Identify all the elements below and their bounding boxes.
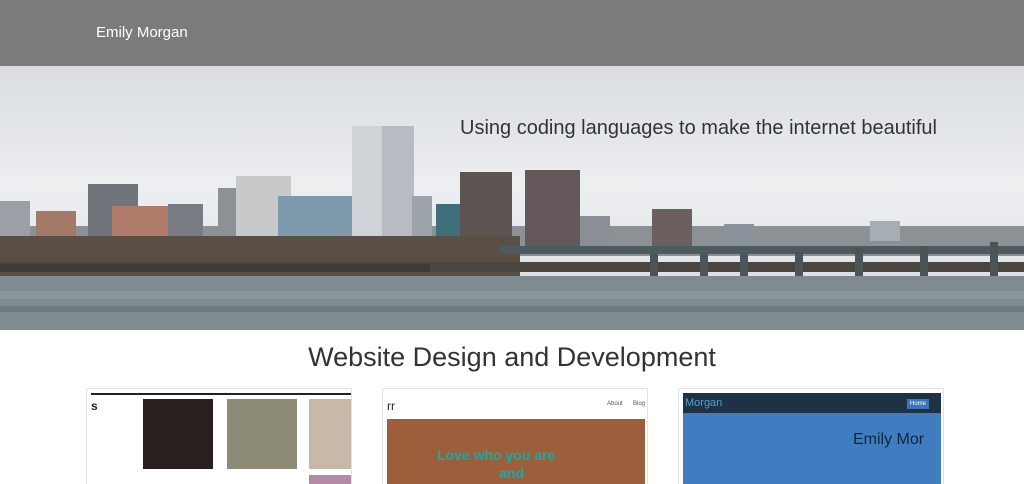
banner-line-2: and	[499, 465, 524, 481]
preview-nav-bar: Morgan Home	[683, 393, 941, 413]
hero-banner: Using coding languages to make the inter…	[0, 66, 1024, 330]
wood-banner: Love who you are and	[387, 419, 645, 484]
preview-home-button[interactable]: Home	[907, 399, 929, 409]
hero-flower-image: Emily Mor	[683, 413, 941, 484]
hero-tagline: Using coding languages to make the inter…	[460, 117, 937, 139]
portfolio-card-2[interactable]: rr About Blog Love who you are and	[382, 388, 648, 484]
art-thumbnail-2[interactable]	[227, 399, 297, 469]
art-thumbnail-3[interactable]	[309, 399, 351, 469]
city-skyline-image	[0, 126, 1024, 330]
portfolio-card-3[interactable]: Morgan Home Emily Mor	[678, 388, 944, 484]
banner-line-1: Love who you are	[437, 447, 556, 463]
section-title: Website Design and Development	[308, 342, 716, 372]
portfolio-card-1[interactable]: s	[86, 388, 352, 484]
preview-name: Emily Mor	[853, 431, 925, 448]
preview-nav-about[interactable]: About	[607, 401, 623, 407]
preview-text: rr	[387, 399, 395, 413]
preview-topline	[91, 393, 351, 395]
preview-text: s	[91, 399, 98, 413]
preview-nav-blog[interactable]: Blog	[633, 401, 645, 407]
art-thumbnail-4[interactable]	[309, 475, 351, 484]
preview-brand: Morgan	[685, 397, 723, 409]
art-thumbnail-1[interactable]	[143, 399, 213, 469]
brand-link[interactable]: Emily Morgan	[96, 24, 188, 41]
top-navbar: Emily Morgan	[0, 0, 1024, 66]
